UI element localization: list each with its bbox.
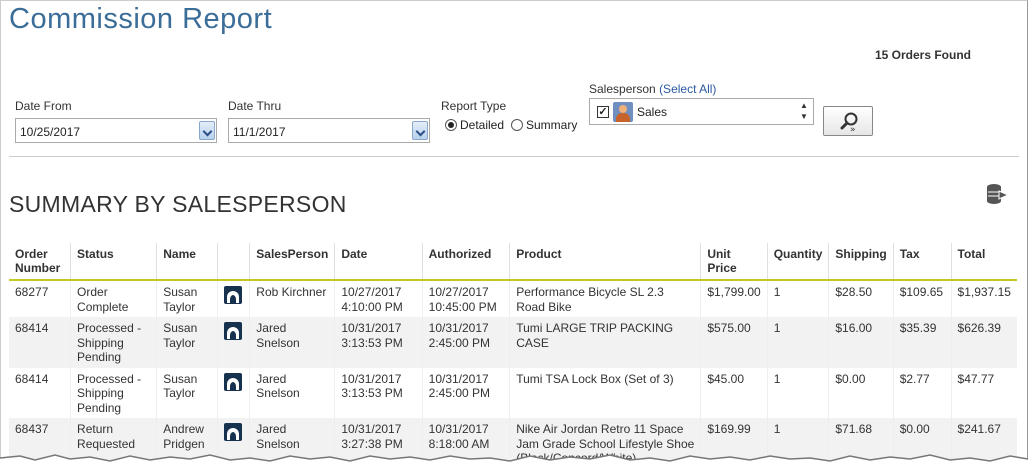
cell-salesperson: Jared Snelson xyxy=(249,367,336,418)
cell-unit-price: $1,799.00 xyxy=(700,280,768,317)
cell-quantity: 1 xyxy=(767,280,830,317)
export-icon[interactable] xyxy=(985,183,1009,205)
chevron-down-icon[interactable] xyxy=(412,121,428,140)
company-logo-icon xyxy=(223,372,242,391)
cell-quantity: 1 xyxy=(767,317,830,368)
column-header xyxy=(217,243,251,281)
date-thru-select[interactable]: 11/1/2017 xyxy=(228,118,430,143)
column-header[interactable]: Authorized xyxy=(422,243,511,281)
radio-selected-icon xyxy=(445,119,457,131)
company-logo-icon xyxy=(223,423,242,441)
salesperson-listbox[interactable]: ✓ Sales ▲ ▼ xyxy=(589,98,814,125)
cell-icon xyxy=(217,367,251,418)
cell-status: Order Complete xyxy=(70,280,158,317)
cell-icon xyxy=(217,317,251,368)
cell-icon xyxy=(217,280,251,317)
table-row[interactable]: 68414 Processed - Shipping Pending Susan… xyxy=(9,367,1017,418)
salesperson-label: Salesperson xyxy=(589,82,656,96)
select-all-link[interactable]: (Select All) xyxy=(659,82,716,96)
salesperson-checkbox[interactable]: ✓ xyxy=(597,106,609,118)
section-title: SUMMARY BY SALESPERSON xyxy=(9,191,347,217)
cell-total: $626.39 xyxy=(951,317,1017,368)
column-header[interactable]: Quantity xyxy=(767,243,830,281)
cell-shipping: $0.00 xyxy=(828,367,894,418)
column-header[interactable]: Total xyxy=(951,243,1017,281)
column-header[interactable]: Product xyxy=(509,243,702,281)
cell-authorized: 10/27/2017 10:45:00 PM xyxy=(422,280,511,317)
scroll-arrows-icon[interactable]: ▲ ▼ xyxy=(797,100,811,123)
report-type-detailed-radio[interactable]: Detailed xyxy=(445,118,504,132)
cell-status: Processed - Shipping Pending xyxy=(70,367,158,418)
report-type-label: Report Type xyxy=(441,99,507,113)
page-title: Commission Report xyxy=(9,3,273,35)
cell-tax: $109.65 xyxy=(893,280,952,317)
cell-order-number: 68277 xyxy=(9,280,72,317)
report-type-summary-radio[interactable]: Summary xyxy=(511,118,577,132)
orders-found-count: 15 Orders Found xyxy=(874,48,971,62)
date-from-select[interactable]: 10/25/2017 xyxy=(15,118,217,143)
cell-name: Susan Taylor xyxy=(156,280,218,317)
column-header[interactable]: SalesPerson xyxy=(249,243,336,281)
cell-shipping: $28.50 xyxy=(828,280,894,317)
search-button[interactable]: » xyxy=(823,106,873,136)
column-header[interactable]: Shipping xyxy=(828,243,894,281)
table-row[interactable]: 68277 Order Complete Susan Taylor Rob Ki… xyxy=(9,280,1017,317)
radio-unselected-icon xyxy=(511,119,523,131)
cell-total: $47.77 xyxy=(957,371,995,386)
chevron-down-icon[interactable] xyxy=(199,121,215,140)
cell-date: 10/27/2017 4:10:00 PM xyxy=(334,280,423,317)
table-header-row: Order Number Status Name SalesPerson Dat… xyxy=(9,243,1017,281)
cell-name: Susan Taylor xyxy=(156,367,218,418)
cell-product: Performance Bicycle SL 2.3 Road Bike xyxy=(509,280,702,317)
cell-authorized: 10/31/2017 2:45:00 PM xyxy=(422,367,511,418)
cell-tax: $2.77 xyxy=(893,367,952,418)
column-header[interactable]: Name xyxy=(156,243,218,281)
date-from-value: 10/25/2017 xyxy=(20,125,81,139)
salesperson-label-group: Salesperson (Select All) xyxy=(589,82,716,96)
column-header[interactable]: Status xyxy=(70,243,158,281)
cell-unit-price: $45.00 xyxy=(700,367,768,418)
table-row[interactable]: 68414 Processed - Shipping Pending Susan… xyxy=(9,317,1017,368)
report-window: Commission Report 15 Orders Found Date F… xyxy=(0,0,1028,474)
date-from-label: Date From xyxy=(15,99,72,113)
date-thru-label: Date Thru xyxy=(228,99,282,113)
column-header[interactable]: Date xyxy=(334,243,423,281)
column-header[interactable]: Unit Price xyxy=(700,243,768,281)
cell-order-number: 68414 xyxy=(9,367,72,418)
report-type-detailed-label: Detailed xyxy=(460,118,505,132)
column-header[interactable]: Order Number xyxy=(9,243,72,281)
svg-text:»: » xyxy=(850,125,856,135)
divider xyxy=(9,156,1019,157)
cell-salesperson: Rob Kirchner xyxy=(249,280,336,317)
cell-total: $1,937.15 xyxy=(957,285,1011,299)
cell-unit-price: $575.00 xyxy=(700,317,768,368)
cell-date: 10/31/2017 3:13:53 PM xyxy=(334,317,423,368)
cell-tax: $35.39 xyxy=(893,317,952,368)
column-header[interactable]: Tax xyxy=(893,243,952,281)
torn-edge-decoration xyxy=(0,454,1035,474)
cell-authorized: 10/31/2017 2:45:00 PM xyxy=(422,317,511,368)
cell-order-number: 68414 xyxy=(9,317,72,368)
search-icon: » xyxy=(840,112,858,135)
cell-product: Tumi LARGE TRIP PACKING CASE xyxy=(509,317,702,368)
date-thru-value: 11/1/2017 xyxy=(233,125,286,139)
cell-date: 10/31/2017 3:13:53 PM xyxy=(334,367,423,418)
report-type-summary-label: Summary xyxy=(526,118,578,132)
company-logo-icon xyxy=(223,286,242,304)
cell-shipping: $16.00 xyxy=(828,317,894,368)
cell-quantity: 1 xyxy=(767,367,830,418)
cell-status: Processed - Shipping Pending xyxy=(70,317,158,368)
salesperson-option-label: Sales xyxy=(637,105,668,119)
cell-product: Tumi TSA Lock Box (Set of 3) xyxy=(509,367,702,418)
commission-table: Order Number Status Name SalesPerson Dat… xyxy=(9,243,1017,469)
cell-name: Susan Taylor xyxy=(156,317,218,368)
company-logo-icon xyxy=(223,322,242,340)
user-avatar-icon xyxy=(613,102,633,122)
cell-salesperson: Jared Snelson xyxy=(249,317,336,368)
